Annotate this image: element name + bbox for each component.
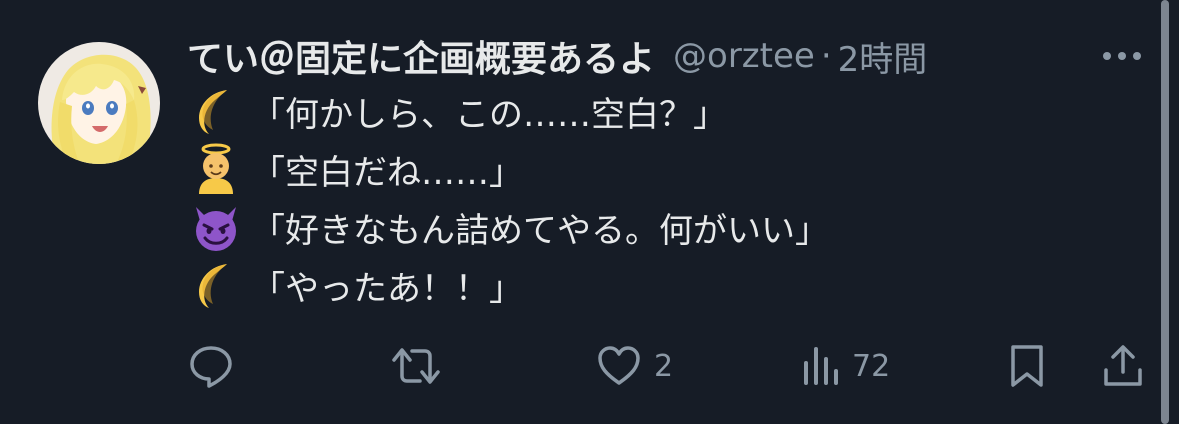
bookmark-icon xyxy=(1011,345,1043,387)
smiling-imp-icon xyxy=(187,198,245,256)
tweet-line: 「何かしら、この……空白？」 xyxy=(187,82,829,140)
tweet-line-text: 「空白だね……」 xyxy=(251,152,523,193)
user-handle[interactable]: @orztee xyxy=(673,36,815,76)
views-icon xyxy=(804,347,838,385)
baby-angel-icon xyxy=(187,140,245,198)
scrollbar[interactable] xyxy=(1161,0,1169,424)
tweet-line: 「好きなもん詰めてやる。何がいい」 xyxy=(187,198,829,256)
like-button[interactable]: 2 xyxy=(596,336,673,396)
header-separator: · xyxy=(820,36,832,76)
tweet-line-text: 「何かしら、この……空白？」 xyxy=(251,94,727,135)
avatar-image xyxy=(38,42,160,164)
more-options-button[interactable] xyxy=(1097,36,1147,76)
share-icon xyxy=(1104,345,1142,386)
crescent-moon-icon xyxy=(187,82,245,140)
tweet-line-text: 「好きなもん詰めてやる。何がいい」 xyxy=(251,210,829,251)
action-bar: 2 72 xyxy=(0,336,1179,396)
like-count: 2 xyxy=(654,348,674,384)
share-button[interactable] xyxy=(1100,336,1146,396)
avatar[interactable] xyxy=(38,42,160,164)
tweet-line: 「空白だね……」 xyxy=(187,140,829,198)
tweet-line-text: 「やったあ！！」 xyxy=(251,268,523,309)
tweet-body: 「何かしら、この……空白？」 「空白だね……」 「好きなもん詰めてやる。何がいい… xyxy=(187,82,829,314)
heart-icon xyxy=(598,346,640,385)
more-icon xyxy=(1103,52,1141,60)
tweet-header: てい＠固定に企画概要あるよ @orztee · 2時間 xyxy=(187,32,927,80)
display-name[interactable]: てい＠固定に企画概要あるよ xyxy=(187,30,655,82)
crescent-moon-icon xyxy=(187,256,245,314)
repost-button[interactable] xyxy=(390,336,442,396)
timestamp[interactable]: 2時間 xyxy=(838,32,928,81)
views-count: 72 xyxy=(852,348,891,384)
reply-icon xyxy=(190,346,232,388)
views-button[interactable]: 72 xyxy=(800,336,890,396)
bookmark-button[interactable] xyxy=(1005,336,1049,396)
tweet-line: 「やったあ！！」 xyxy=(187,256,829,314)
repost-icon xyxy=(392,348,440,384)
reply-button[interactable] xyxy=(187,336,235,396)
